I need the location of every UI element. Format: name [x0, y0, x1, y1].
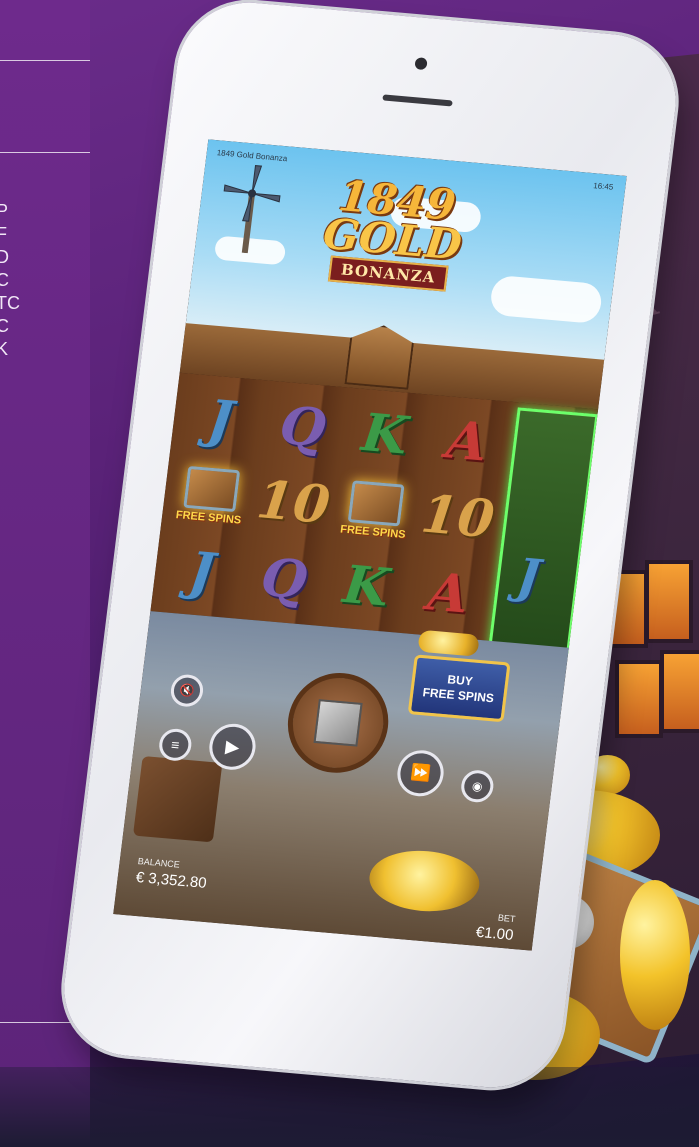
symbol-q: Q: [257, 547, 311, 612]
side-item[interactable]: K: [0, 338, 20, 361]
chest-icon: [183, 465, 241, 513]
symbol-k: K: [339, 554, 393, 619]
coins-icon: ◉: [471, 778, 484, 794]
gold-ring: [620, 880, 690, 1030]
menu-icon: ≡: [170, 736, 181, 754]
speaker-mute-icon: 🔇: [178, 682, 196, 699]
saloon-window: [645, 560, 693, 643]
side-item[interactable]: D: [0, 246, 20, 269]
symbol-10: 10: [417, 484, 498, 551]
stop-icon: [313, 699, 363, 747]
side-item[interactable]: C: [0, 269, 20, 292]
side-item[interactable]: C: [0, 315, 20, 338]
game-logo: 1849 GOLD BONANZA: [312, 171, 474, 293]
chest-icon: [347, 480, 405, 527]
speaker-grille: [382, 94, 453, 107]
game-screen[interactable]: 1849 Gold Bonanza 16:45 1849 GOLD BONANZ…: [113, 139, 627, 951]
symbol-free-spins: FREE SPINS: [330, 469, 422, 552]
symbol-q: Q: [276, 394, 329, 460]
side-item[interactable]: TC: [0, 292, 20, 315]
reel-grid: J Q K A FREE SPINS 10 FREE SPINS 10 J Q …: [156, 378, 513, 635]
symbol-10: 10: [253, 469, 334, 537]
side-item[interactable]: P: [0, 200, 20, 223]
fast-forward-icon: ⏩: [409, 764, 432, 784]
symbol-a: A: [443, 409, 491, 474]
side-item[interactable]: F: [0, 223, 20, 246]
clock: 16:45: [592, 181, 614, 192]
saloon-window: [660, 650, 699, 733]
bet-value[interactable]: €1.00: [475, 924, 514, 944]
symbol-j: J: [204, 388, 237, 452]
footer-band: [0, 1067, 699, 1147]
saloon-window: [615, 660, 663, 738]
symbol-free-spins: FREE SPINS: [165, 454, 257, 537]
gold-crate: [132, 755, 223, 843]
camera-icon: [414, 57, 428, 71]
symbol-j: J: [185, 540, 218, 604]
divider: [0, 60, 90, 61]
bet-label: BET: [497, 912, 516, 925]
symbol-k: K: [358, 401, 412, 467]
windmill-icon: [223, 165, 281, 254]
buy-free-spins-button[interactable]: BUY FREE SPINS: [407, 654, 511, 723]
symbol-a: A: [424, 561, 473, 626]
divider: [0, 152, 90, 153]
play-icon: ▶: [224, 735, 241, 757]
side-list: P F D C TC C K: [0, 200, 20, 361]
